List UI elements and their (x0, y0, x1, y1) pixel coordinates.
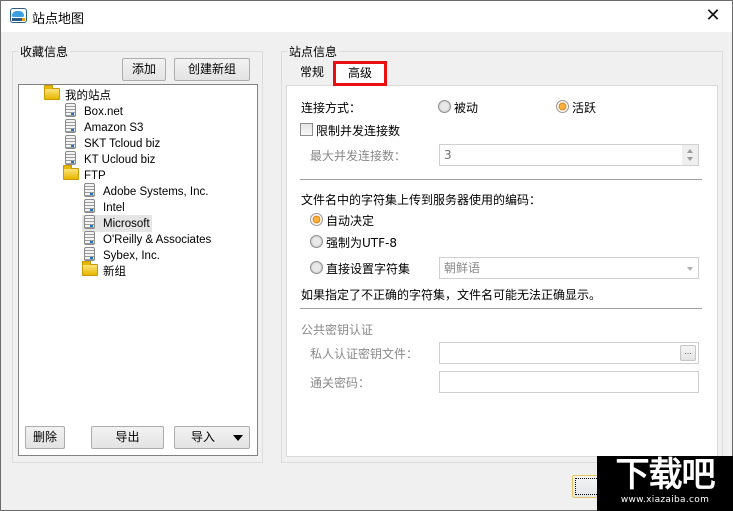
title-bar: 站点地图 ✕ (1, 1, 732, 32)
charset-combo[interactable]: 朝鲜语 (439, 257, 699, 279)
tree-item-site[interactable]: Intel (84, 199, 127, 215)
site-info-group-label: 站点信息 (287, 43, 340, 60)
tree-item-site[interactable]: SKT Tcloud biz (65, 135, 162, 151)
watermark-url: www.xiazaiba.com (620, 495, 710, 505)
watermark-logo: 下载吧 www.xiazaiba.com (597, 456, 733, 511)
add-button[interactable]: 添加 (122, 58, 166, 81)
tree-folder-new-group[interactable]: 新组 (82, 261, 128, 279)
limit-concurrent-checkbox[interactable] (300, 123, 313, 136)
create-new-group-button[interactable]: 创建新组 (174, 58, 250, 81)
passive-label[interactable]: 被动 (454, 99, 478, 116)
charset-direct-label[interactable]: 直接设置字符集 (326, 260, 410, 277)
spinner-buttons[interactable] (682, 145, 698, 165)
folder-icon (63, 165, 79, 180)
limit-concurrent-label[interactable]: 限制并发连接数 (316, 122, 400, 139)
close-icon[interactable]: ✕ (702, 5, 724, 27)
tree-item-site[interactable]: Sybex, Inc. (84, 247, 162, 263)
server-icon (65, 119, 76, 133)
charset-combo-value: 朝鲜语 (444, 261, 481, 275)
pubkey-heading: 公共密钥认证 (301, 323, 374, 337)
tree-folder-ftp[interactable]: FTP (63, 165, 108, 183)
spin-up-icon[interactable] (687, 149, 693, 153)
watermark-big-text: 下载吧 (615, 455, 716, 495)
tree-item-site[interactable]: Box.net (65, 103, 125, 119)
connection-mode-label: 连接方式： (301, 101, 362, 115)
app-cloud-icon (10, 8, 27, 23)
server-icon (65, 103, 76, 117)
tree-item-site-selected[interactable]: Microsoft (82, 215, 152, 232)
spin-down-icon[interactable] (687, 157, 693, 161)
charset-heading: 文件名中的字符集上传到服务器使用的编码： (301, 193, 542, 207)
folder-icon (44, 85, 60, 100)
import-label: 导入 (191, 430, 216, 444)
max-concurrent-label: 最大并发连接数： (310, 149, 407, 163)
server-icon (65, 135, 76, 149)
tree-item-site[interactable]: O'Reilly & Associates (84, 231, 213, 247)
server-icon (84, 215, 95, 229)
private-key-label: 私人认证密钥文件： (310, 347, 419, 361)
max-concurrent-spinner[interactable]: 3 (439, 144, 699, 166)
server-icon (65, 151, 76, 165)
max-concurrent-value: 3 (444, 148, 452, 162)
charset-auto-radio[interactable] (310, 213, 323, 226)
tree-folder-my-sites[interactable]: 我的站点 (44, 85, 113, 103)
separator (300, 308, 702, 309)
charset-warning: 如果指定了不正确的字符集，文件名可能无法正确显示。 (301, 288, 602, 302)
favorites-group-label: 收藏信息 (18, 43, 71, 60)
server-icon (84, 231, 95, 245)
tab-advanced[interactable]: 高级 (333, 61, 387, 86)
passive-radio[interactable] (438, 100, 451, 113)
tree-item-site[interactable]: KT Ucloud biz (65, 151, 157, 167)
active-radio[interactable] (556, 100, 569, 113)
tab-general[interactable]: 常规 (292, 62, 332, 84)
delete-button[interactable]: 删除 (25, 426, 65, 449)
server-icon (84, 183, 95, 197)
tree-item-site[interactable]: Adobe Systems, Inc. (84, 183, 210, 199)
charset-utf8-radio[interactable] (310, 235, 323, 248)
private-key-input[interactable]: ... (439, 342, 699, 364)
tree-item-site[interactable]: Amazon S3 (65, 119, 145, 135)
browse-button[interactable]: ... (680, 345, 696, 361)
charset-auto-label[interactable]: 自动决定 (326, 212, 374, 229)
site-tree[interactable]: 我的站点 Box.net Amazon S3 SKT Tcloud biz KT… (18, 84, 258, 456)
export-button[interactable]: 导出 (91, 426, 164, 449)
dropdown-arrow-icon (233, 435, 243, 441)
server-icon (84, 247, 95, 261)
passphrase-input[interactable] (439, 371, 699, 393)
window-title: 站点地图 (32, 12, 85, 27)
chevron-down-icon[interactable] (687, 267, 693, 271)
active-label[interactable]: 活跃 (572, 99, 596, 116)
server-icon (84, 199, 95, 213)
separator (300, 179, 702, 180)
import-button[interactable]: 导入 (174, 426, 250, 449)
folder-icon (82, 261, 98, 276)
charset-direct-radio[interactable] (310, 261, 323, 274)
charset-utf8-label[interactable]: 强制为UTF-8 (326, 234, 397, 251)
passphrase-label: 通关密码： (310, 376, 371, 390)
